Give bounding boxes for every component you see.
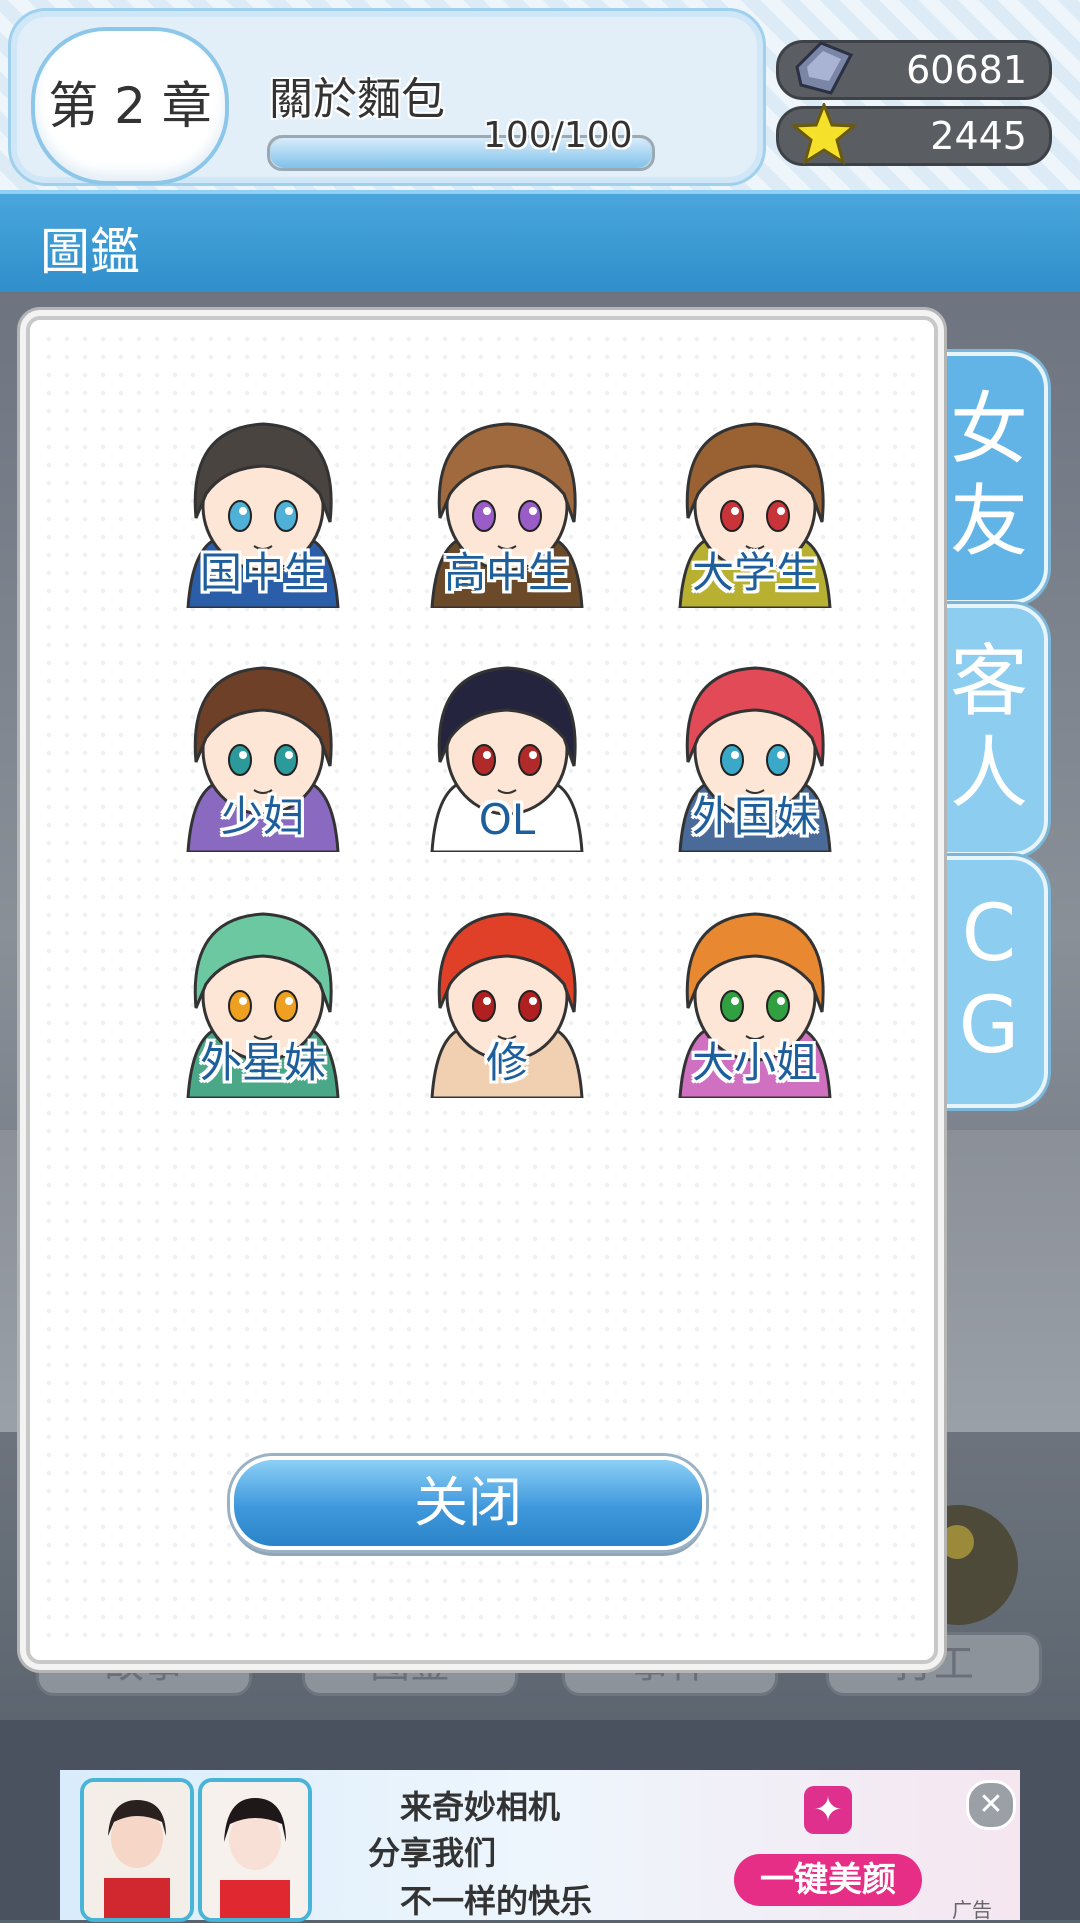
ad-photo-2 [198, 1778, 312, 1922]
character-card[interactable]: 大小姐 [640, 888, 870, 1098]
ad-line-2: 分享我们 [368, 1834, 497, 1872]
character-card[interactable]: 国中生 [148, 398, 378, 608]
tab-guests-label-bottom: 人 [949, 729, 1028, 819]
character-card[interactable]: 外星妹 [148, 888, 378, 1098]
tab-guests-label-top: 客 [949, 637, 1028, 727]
character-label: 大小姐 [691, 1038, 818, 1087]
character-label: OL [478, 795, 536, 844]
character-label: 少妇 [220, 792, 305, 841]
sparkle-icon: ✦ [804, 1786, 852, 1834]
gem-stone-icon [795, 41, 854, 95]
ad-line-3: 不一样的快乐 [400, 1882, 593, 1920]
top-header: 第 2 章 關於麵包 100/100 60681 2445 [0, 0, 1080, 190]
chapter-card: 第 2 章 關於麵包 100/100 [8, 8, 766, 186]
chapter-label: 第 2 章 [48, 77, 212, 135]
tab-cg-label-bottom: G [958, 981, 1020, 1071]
ad-tag: 广告 [952, 1898, 992, 1922]
character-card[interactable]: 外国妹 [640, 642, 870, 852]
character-card[interactable]: 修 [392, 888, 622, 1098]
gem-counter: 60681 [776, 40, 1052, 100]
tab-guests[interactable]: 客 人 [930, 604, 1048, 856]
tab-girlfriend-label-bottom: 友 [949, 477, 1028, 567]
ad-banner[interactable]: 来奇妙相机 分享我们 不一样的快乐 ✦ 一键美颜 ✕ 广告 [60, 1770, 1020, 1922]
star-icon [791, 103, 857, 165]
star-count: 2445 [930, 114, 1027, 158]
tab-cg-label-top: C [961, 889, 1017, 979]
character-card[interactable]: OL [392, 642, 622, 852]
character-label: 修 [485, 1038, 528, 1087]
character-label: 高中生 [443, 548, 570, 597]
ad-photo-1 [80, 1778, 194, 1922]
section-bar: 圖鑑 [0, 190, 1080, 292]
chapter-progress-text: 100/100 [483, 115, 633, 156]
gem-count: 60681 [906, 48, 1027, 92]
ad-cta-button[interactable]: 一键美颜 [734, 1854, 922, 1906]
ad-close-button[interactable]: ✕ [966, 1780, 1016, 1830]
section-title: 圖鑑 [40, 223, 140, 281]
character-card[interactable]: 高中生 [392, 398, 622, 608]
ad-line-1: 来奇妙相机 [400, 1788, 561, 1826]
character-card[interactable]: 少妇 [148, 642, 378, 852]
character-label: 国中生 [199, 548, 326, 597]
chapter-title: 關於麵包 [269, 74, 445, 125]
close-button[interactable]: 关闭 [230, 1456, 706, 1550]
character-label: 外国妹 [691, 792, 818, 841]
chapter-badge: 第 2 章 [31, 27, 229, 185]
tab-girlfriend-label-top: 女 [949, 385, 1028, 475]
tab-girlfriend[interactable]: 女 友 [930, 352, 1048, 604]
character-card[interactable]: 大学生 [640, 398, 870, 608]
star-counter: 2445 [776, 103, 1052, 166]
tab-cg[interactable]: C G [930, 856, 1048, 1108]
character-label: 大学生 [691, 548, 818, 597]
character-label: 外星妹 [199, 1038, 326, 1087]
